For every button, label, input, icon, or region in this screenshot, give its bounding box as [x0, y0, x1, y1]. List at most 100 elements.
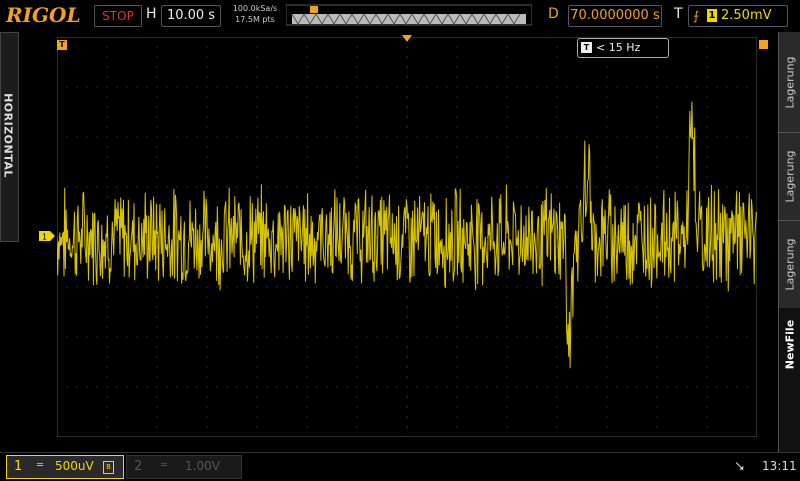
grid-dot — [516, 386, 518, 388]
grid-dot — [526, 386, 528, 388]
grid-dot — [406, 116, 408, 118]
grid-dot — [466, 286, 468, 288]
grid-dot — [706, 386, 708, 388]
grid-dot — [256, 136, 258, 138]
grid-dot — [696, 386, 698, 388]
delay-readout[interactable]: 70.0000000 s — [568, 5, 662, 27]
grid-dot — [606, 136, 608, 138]
grid-dot — [326, 386, 328, 388]
run-status-badge[interactable]: STOP — [94, 5, 142, 27]
grid-dot — [666, 86, 668, 88]
trigger-readout[interactable]: ⨍ 1 2.50mV — [688, 5, 788, 27]
grid-dot — [636, 136, 638, 138]
grid-dot — [596, 286, 598, 288]
grid-dot — [356, 146, 358, 148]
grid-dot — [256, 146, 258, 148]
grid-dot — [606, 346, 608, 348]
grid-dot — [506, 46, 508, 48]
channel2-tab[interactable]: 2 ═ 1.00V — [126, 455, 242, 479]
grid-dot — [486, 236, 488, 238]
grid-dot — [456, 136, 458, 138]
grid-dot — [106, 296, 108, 298]
grid-dot — [106, 37, 108, 38]
grid-dot — [556, 356, 558, 358]
grid-dot — [586, 86, 588, 88]
grid-dot — [596, 86, 598, 88]
grid-dot — [756, 386, 757, 388]
grid-dot — [206, 376, 208, 378]
grid-dot — [706, 376, 708, 378]
grid-dot — [516, 136, 518, 138]
grid-dot — [726, 86, 728, 88]
grid-dot — [336, 86, 338, 88]
grid-dot — [306, 116, 308, 118]
grid-dot — [716, 186, 718, 188]
grid-dot — [456, 166, 458, 168]
grid-dot — [506, 116, 508, 118]
channel1-offset-marker[interactable]: 1 — [39, 231, 55, 241]
grid-dot — [256, 246, 258, 248]
grid-dot — [156, 156, 158, 158]
grid-dot — [606, 306, 608, 308]
grid-dot — [686, 136, 688, 138]
grid-dot — [156, 126, 158, 128]
grid-dot — [316, 86, 318, 88]
grid-dot — [76, 136, 78, 138]
grid-dot — [206, 386, 208, 388]
grid-dot — [206, 356, 208, 358]
grid-dot — [206, 196, 208, 198]
grid-dot — [756, 186, 757, 188]
grid-dot — [106, 166, 108, 168]
menu-item-lagerung-2[interactable]: Lagerung — [779, 132, 800, 221]
grid-dot — [306, 126, 308, 128]
menu-item-newfile[interactable]: NewFile — [779, 308, 800, 452]
grid-dot — [606, 216, 608, 218]
grid-dot — [206, 266, 208, 268]
grid-dot — [156, 66, 158, 68]
grid-dot — [206, 336, 208, 338]
grid-dot — [246, 86, 248, 88]
grid-dot — [316, 336, 318, 338]
grid-dot — [76, 336, 78, 338]
grid-dot — [406, 56, 408, 58]
grid-dot — [506, 76, 508, 78]
grid-dot — [506, 156, 508, 158]
grid-dot — [286, 336, 288, 338]
horizontal-side-tab[interactable]: HORIZONTAL — [0, 32, 19, 242]
grid-dot — [276, 86, 278, 88]
grid-dot — [606, 276, 608, 278]
grid-dot — [156, 176, 158, 178]
grid-dot — [186, 286, 188, 288]
grid-dot — [506, 126, 508, 128]
grid-dot — [676, 86, 678, 88]
grid-dot — [246, 336, 248, 338]
grid-dot — [206, 146, 208, 148]
grid-dot — [156, 106, 158, 108]
timebase-readout[interactable]: 10.00 s — [161, 5, 221, 27]
channel1-tab[interactable]: 1 ═ 500uV B — [6, 455, 124, 479]
trigger-time-marker — [402, 35, 412, 42]
grid-dot — [586, 236, 588, 238]
grid-dot — [57, 336, 58, 338]
grid-dot — [546, 186, 548, 188]
grid-dot — [456, 96, 458, 98]
top-status-bar: RIGOL STOP H 10.00 s 100.0kSa/s 17.5M pt… — [0, 0, 800, 30]
grid-dot — [106, 76, 108, 78]
grid-dot — [156, 96, 158, 98]
grid-dot — [236, 336, 238, 338]
grid-dot — [156, 356, 158, 358]
grid-dot — [656, 186, 658, 188]
grid-dot — [696, 86, 698, 88]
grid-dot — [376, 336, 378, 338]
grid-dot — [376, 186, 378, 188]
grid-dot — [146, 286, 148, 288]
grid-dot — [336, 386, 338, 388]
grid-dot — [356, 426, 358, 428]
softkey-menu: Lagerung Lagerung Lagerung NewFile — [778, 32, 800, 452]
grid-dot — [366, 286, 368, 288]
grid-dot — [76, 286, 78, 288]
trigger-position-marker[interactable]: T — [57, 40, 67, 50]
grid-dot — [86, 186, 88, 188]
menu-item-lagerung-1[interactable]: Lagerung — [779, 32, 800, 133]
grid-dot — [686, 336, 688, 338]
